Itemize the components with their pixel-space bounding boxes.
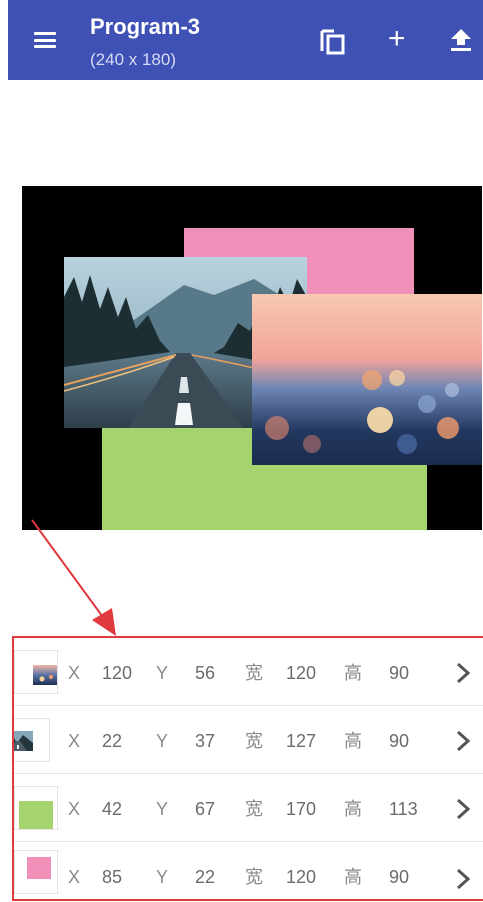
bokeh-image-layer[interactable] xyxy=(252,294,482,465)
height-value: 90 xyxy=(389,731,410,751)
y-value: 37 xyxy=(195,731,216,751)
y-value: 56 xyxy=(195,663,216,683)
x-label: X xyxy=(68,799,81,819)
height-label: 高 xyxy=(344,663,362,683)
x-value: 22 xyxy=(102,731,123,751)
program-canvas[interactable] xyxy=(22,186,482,530)
layer-list: X 120 Y 56 宽 120 高 90 X 22 Y 37 宽 127 高 … xyxy=(12,636,483,901)
width-label: 宽 xyxy=(245,663,263,683)
x-label: X xyxy=(68,663,81,683)
layer-row[interactable]: X 22 Y 37 宽 127 高 90 xyxy=(14,708,483,774)
x-label: X xyxy=(68,867,81,887)
upload-icon[interactable] xyxy=(450,28,472,52)
height-label: 高 xyxy=(344,799,362,819)
chevron-right-icon[interactable] xyxy=(456,798,470,820)
y-label: Y xyxy=(156,867,169,887)
annotation-arrow xyxy=(31,519,116,636)
chevron-right-icon[interactable] xyxy=(456,868,470,890)
width-value: 120 xyxy=(286,663,317,683)
layer-row[interactable]: X 85 Y 22 宽 120 高 90 xyxy=(14,844,483,899)
pink-swatch-icon xyxy=(27,857,51,879)
road-thumbnail-icon xyxy=(14,731,33,751)
app-bar: Program-3 (240 x 180) + xyxy=(8,0,483,80)
layer-thumbnail xyxy=(14,718,50,762)
bokeh-thumbnail-icon xyxy=(33,665,57,685)
chevron-right-icon[interactable] xyxy=(456,730,470,752)
layer-row[interactable]: X 120 Y 56 宽 120 高 90 xyxy=(14,640,483,706)
y-label: Y xyxy=(156,731,169,751)
width-label: 宽 xyxy=(245,731,263,751)
x-value: 85 xyxy=(102,867,123,887)
x-label: X xyxy=(68,731,81,751)
x-value: 120 xyxy=(102,663,133,683)
page-title: Program-3 xyxy=(90,14,201,39)
layer-thumbnail xyxy=(14,850,58,894)
copy-icon[interactable] xyxy=(320,27,346,55)
height-label: 高 xyxy=(344,867,362,887)
width-value: 127 xyxy=(286,731,317,751)
layer-thumbnail xyxy=(14,650,58,694)
height-value: 113 xyxy=(389,799,418,819)
width-label: 宽 xyxy=(245,799,263,819)
width-label: 宽 xyxy=(245,867,263,887)
x-value: 42 xyxy=(102,799,123,819)
height-value: 90 xyxy=(389,663,410,683)
width-value: 170 xyxy=(286,799,317,819)
y-label: Y xyxy=(156,799,169,819)
layer-thumbnail xyxy=(14,786,58,830)
add-icon[interactable]: + xyxy=(388,24,406,54)
width-value: 120 xyxy=(286,867,317,887)
y-value: 67 xyxy=(195,799,216,819)
y-value: 22 xyxy=(195,867,216,887)
chevron-right-icon[interactable] xyxy=(456,662,470,684)
menu-icon[interactable] xyxy=(34,32,56,48)
layer-row[interactable]: X 42 Y 67 宽 170 高 113 xyxy=(14,776,483,842)
height-label: 高 xyxy=(344,731,362,751)
green-swatch-icon xyxy=(19,801,53,829)
y-label: Y xyxy=(156,663,169,683)
page-resolution: (240 x 180) xyxy=(90,50,176,69)
height-value: 90 xyxy=(389,867,410,887)
